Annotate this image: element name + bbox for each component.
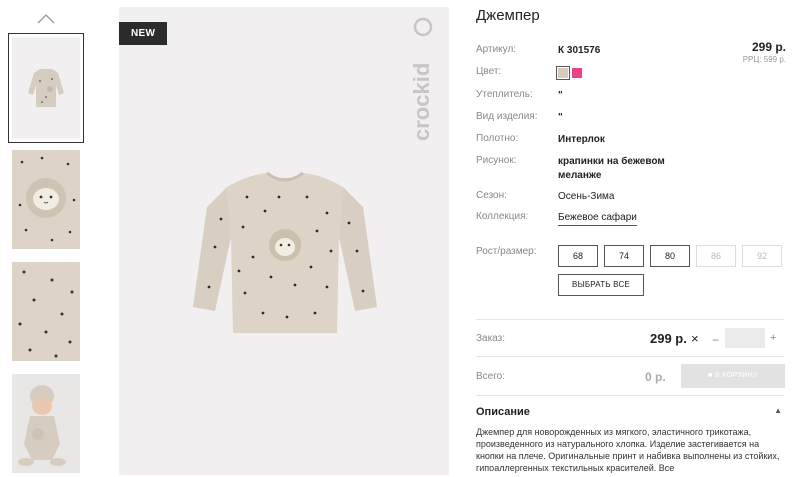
times-icon: × — [691, 331, 699, 346]
divider — [476, 395, 784, 396]
total-value: 0 р. — [645, 370, 666, 384]
order-price: 299 р. — [650, 331, 687, 346]
divider — [476, 356, 784, 357]
chevron-up-icon[interactable] — [36, 11, 56, 25]
chevron-up-icon[interactable]: ▲ — [774, 406, 782, 415]
thumbnail-print-detail[interactable] — [12, 150, 80, 249]
spec-value: " — [558, 90, 563, 101]
size-option[interactable]: 80 — [650, 245, 690, 267]
description-text: Джемпер для новорожденных из мягкого, эл… — [476, 427, 780, 473]
add-to-cart-label: В КОРЗИНУ — [715, 372, 758, 379]
spec-label: Вид изделия: — [476, 111, 538, 122]
color-swatch-pink[interactable] — [572, 68, 582, 78]
size-option[interactable]: 74 — [604, 245, 644, 267]
collection-link[interactable]: Бежевое сафари — [558, 211, 637, 226]
size-option-disabled: 86 — [696, 245, 736, 267]
spec-label: Утеплитель: — [476, 89, 533, 100]
add-to-cart-button[interactable]: ■ В КОРЗИНУ — [681, 364, 785, 388]
size-label: Рост/размер: — [476, 246, 537, 257]
spec-label: Сезон: — [476, 190, 507, 201]
product-info: Джемпер 299 р. РРЦ: 599 р. Артикул: К 30… — [476, 0, 786, 477]
size-selector: 68 74 80 86 92 ВЫБРАТЬ ВСЕ — [558, 245, 788, 325]
decrease-qty-button[interactable]: − — [712, 333, 719, 347]
spec-label: Рисунок: — [476, 155, 517, 166]
recommended-price: РРЦ: 599 р. — [742, 55, 786, 64]
spec-label: Коллекция: — [476, 211, 529, 222]
spec-label: Артикул: — [476, 44, 517, 55]
brand-logo: crockid — [410, 17, 434, 141]
thumbnail-gallery — [0, 0, 100, 477]
product-price: 299 р. — [751, 40, 786, 54]
select-all-sizes-button[interactable]: ВЫБРАТЬ ВСЕ — [558, 274, 644, 296]
spec-value: Осень-Зима — [558, 191, 615, 202]
description-title: Описание — [476, 406, 530, 418]
thumbnail-baby-wearing[interactable] — [12, 374, 80, 473]
product-title: Джемпер — [476, 7, 540, 24]
size-option[interactable]: 68 — [558, 245, 598, 267]
total-label: Всего: — [476, 371, 505, 382]
spec-label: Цвет: — [476, 66, 502, 77]
spec-value: К 301576 — [558, 45, 601, 56]
spec-value: Интерлок — [558, 134, 605, 145]
color-swatch-beige[interactable] — [556, 66, 570, 80]
product-page: NEW crockid Джемпер 299 р. РРЦ: 599 р. А… — [0, 0, 800, 477]
jumper-illustration — [193, 171, 377, 333]
cart-icon: ■ — [708, 372, 713, 379]
new-badge: NEW — [119, 22, 168, 45]
order-label: Заказ: — [476, 333, 506, 344]
divider — [476, 319, 784, 320]
main-product-image[interactable]: NEW crockid — [119, 7, 449, 475]
spec-value-line1: крапинки на бежевом — [558, 156, 665, 167]
thumbnail-front[interactable] — [8, 33, 84, 143]
quantity-input[interactable] — [725, 328, 765, 348]
spec-label: Полотно: — [476, 133, 519, 144]
increase-qty-button[interactable]: + — [770, 332, 776, 344]
thumbnail-fabric-detail[interactable] — [12, 262, 80, 361]
svg-text:crockid: crockid — [410, 63, 434, 141]
spec-value-line2: меланже — [558, 170, 602, 181]
size-option-disabled: 92 — [742, 245, 782, 267]
spec-value: " — [558, 112, 563, 123]
